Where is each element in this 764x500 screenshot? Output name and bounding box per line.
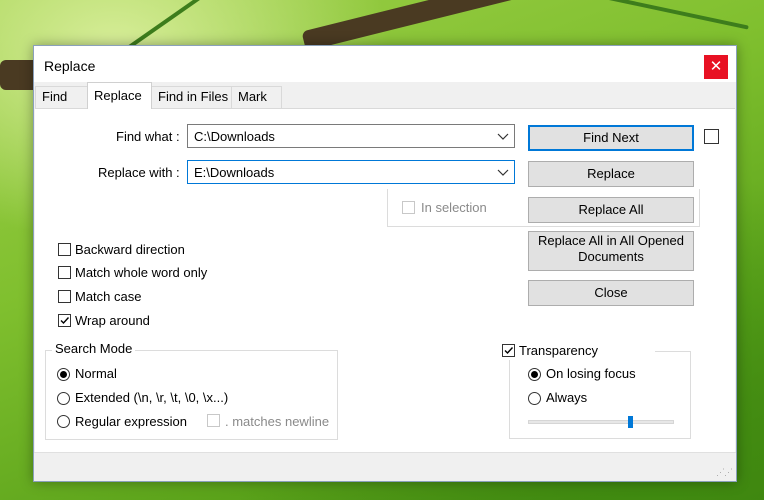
match-case-label: Match case xyxy=(75,289,142,304)
close-window-button[interactable]: ✕ xyxy=(704,55,728,79)
search-mode-normal-radio[interactable] xyxy=(57,368,70,381)
replace-with-value: E:\Downloads xyxy=(194,165,275,180)
wrap-around-checkbox[interactable] xyxy=(58,314,71,327)
wallpaper-leaf xyxy=(126,0,204,50)
backward-direction-label: Backward direction xyxy=(75,242,185,257)
replace-button[interactable]: Replace xyxy=(528,161,694,187)
match-case-checkbox[interactable] xyxy=(58,290,71,303)
replace-panel: Find what : C:\Downloads Replace with : … xyxy=(35,108,735,454)
tab-find[interactable]: Find xyxy=(35,86,88,108)
search-mode-normal-label: Normal xyxy=(75,366,117,381)
transparency-header: Transparency xyxy=(499,342,655,360)
transparency-checkbox[interactable] xyxy=(502,344,515,357)
search-mode-regex-label: Regular expression xyxy=(75,414,188,429)
replace-all-opened-line2: Documents xyxy=(578,249,644,264)
replace-all-opened-line1: Replace All in All Opened xyxy=(538,233,684,248)
search-mode-regex-radio[interactable] xyxy=(57,415,70,428)
find-what-value: C:\Downloads xyxy=(194,129,275,144)
find-what-label: Find what : xyxy=(116,129,180,144)
match-whole-word-label: Match whole word only xyxy=(75,265,208,280)
replace-with-combobox[interactable]: E:\Downloads xyxy=(187,160,515,184)
find-next-button[interactable]: Find Next xyxy=(528,125,694,151)
dialog-title: Replace xyxy=(44,58,96,74)
tab-label: Replace xyxy=(94,88,142,103)
find-what-combobox[interactable]: C:\Downloads xyxy=(187,124,515,148)
resize-grip-icon[interactable]: ⋰⋰ xyxy=(716,467,733,478)
tab-mark[interactable]: Mark xyxy=(231,86,282,108)
radio-selected-dot xyxy=(60,371,67,378)
replace-all-opened-button[interactable]: Replace All in All Opened Documents xyxy=(528,231,694,271)
tab-label: Find xyxy=(42,89,68,104)
radio-selected-dot xyxy=(531,371,538,378)
in-selection-checkbox[interactable] xyxy=(402,201,415,214)
search-mode-title: Search Mode xyxy=(52,341,136,356)
replace-all-button[interactable]: Replace All xyxy=(528,197,694,223)
wallpaper-branch xyxy=(301,0,559,52)
search-mode-extended-radio[interactable] xyxy=(57,392,70,405)
wallpaper-leaf xyxy=(601,0,749,30)
replace-with-label: Replace with : xyxy=(98,165,180,180)
search-mode-extended-label: Extended (\n, \r, \t, \0, \x...) xyxy=(75,390,229,405)
checkmark-icon xyxy=(504,347,514,355)
tab-label: Mark xyxy=(238,89,267,104)
matches-newline-checkbox[interactable] xyxy=(207,414,220,427)
find-next-option-checkbox[interactable] xyxy=(704,129,719,144)
in-selection-label: In selection xyxy=(421,200,487,215)
chevron-down-icon[interactable] xyxy=(495,163,511,181)
always-radio[interactable] xyxy=(528,392,541,405)
tab-label: Find in Files xyxy=(158,89,229,104)
transparency-slider-track[interactable] xyxy=(528,420,674,424)
title-bar: Replace ✕ xyxy=(34,46,736,82)
on-losing-focus-radio[interactable] xyxy=(528,368,541,381)
checkmark-icon xyxy=(60,317,70,325)
transparency-label: Transparency xyxy=(519,343,598,358)
matches-newline-label: . matches newline xyxy=(225,414,330,429)
on-losing-focus-label: On losing focus xyxy=(546,366,636,381)
tab-find-in-files[interactable]: Find in Files xyxy=(151,86,232,108)
replace-dialog: Replace ✕ Find Replace Find in Files Mar… xyxy=(33,45,737,482)
tab-replace[interactable]: Replace xyxy=(87,82,152,109)
transparency-slider-thumb[interactable] xyxy=(628,416,634,428)
status-bar: ⋰⋰ xyxy=(34,452,736,481)
backward-direction-checkbox[interactable] xyxy=(58,243,71,256)
close-button[interactable]: Close xyxy=(528,280,694,306)
match-whole-word-checkbox[interactable] xyxy=(58,266,71,279)
wrap-around-label: Wrap around xyxy=(75,313,150,328)
close-icon: ✕ xyxy=(709,58,723,75)
chevron-down-icon[interactable] xyxy=(495,127,511,145)
always-label: Always xyxy=(546,390,588,405)
